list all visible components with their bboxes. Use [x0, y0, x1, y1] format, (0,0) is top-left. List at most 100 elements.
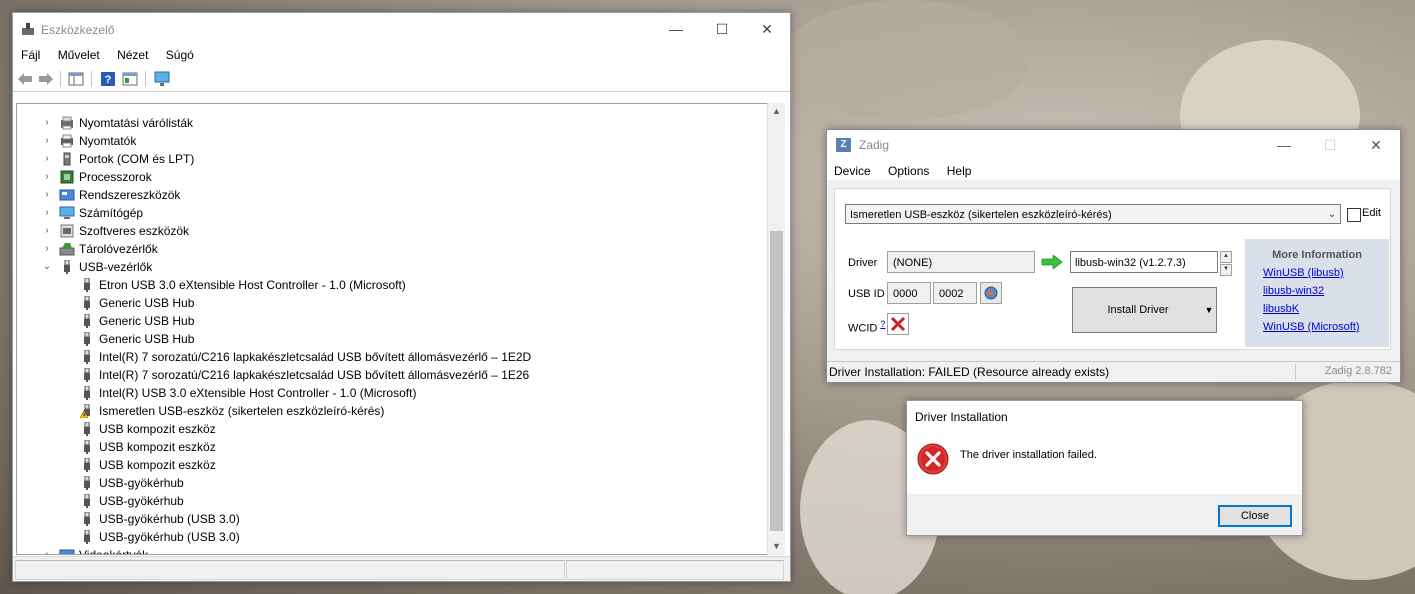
tree-device[interactable]: Ismeretlen USB-eszköz (sikertelen eszköz… — [17, 402, 767, 420]
tree-category[interactable]: › Számítógép — [17, 204, 767, 222]
menu-help[interactable]: Help — [940, 162, 979, 180]
driver-target-field[interactable]: libusb-win32 (v1.2.7.3) — [1070, 251, 1218, 273]
usb-icon — [84, 476, 90, 490]
arrow-right-icon — [1041, 255, 1063, 269]
tree-category[interactable]: › Rendszereszközök — [17, 186, 767, 204]
tree-category[interactable]: › Processzorok — [17, 168, 767, 186]
console-tree-icon — [68, 72, 84, 86]
install-driver-dropdown[interactable]: ▼ — [1202, 287, 1217, 333]
tree-category[interactable]: ⌄ USB-vezérlők — [17, 258, 767, 276]
usb-icon — [84, 368, 90, 382]
tree-category[interactable]: › Videokártyák — [17, 546, 767, 555]
tree-device[interactable]: Intel(R) 7 sorozatú/C216 lapkakészletcsa… — [17, 348, 767, 366]
tree-item-label: USB-gyökérhub — [99, 494, 184, 508]
expand-chevron-icon[interactable]: › — [41, 186, 53, 204]
tree-device[interactable]: USB-gyökérhub (USB 3.0) — [17, 510, 767, 528]
minimize-button[interactable]: — — [1261, 130, 1307, 160]
collapse-chevron-icon[interactable]: ⌄ — [41, 258, 53, 276]
tree-item-label: Számítógép — [79, 206, 144, 220]
tree-device[interactable]: USB kompozit eszköz — [17, 456, 767, 474]
usb-icon — [84, 494, 90, 508]
tree-item-label: USB-gyökérhub (USB 3.0) — [99, 530, 240, 544]
spin-up-icon[interactable]: ▲ — [1220, 251, 1232, 263]
tree-device[interactable]: USB-gyökérhub (USB 3.0) — [17, 528, 767, 546]
zadig-menubar: Device Options Help — [827, 160, 1400, 180]
tree-device[interactable]: Generic USB Hub — [17, 330, 767, 348]
expand-chevron-icon[interactable]: › — [41, 240, 53, 258]
properties-button[interactable] — [121, 71, 139, 87]
device-tree[interactable]: › Nyomtatási várólisták › Nyomtatók › Portok … — [16, 103, 772, 555]
menu-help[interactable]: Súgó — [159, 45, 201, 65]
expand-chevron-icon[interactable]: › — [41, 222, 53, 240]
tree-category[interactable]: › Nyomtatók — [17, 132, 767, 150]
svg-text:?: ? — [105, 74, 112, 86]
link-winusb-libusb[interactable]: WinUSB (libusb) — [1263, 267, 1344, 279]
help-button[interactable]: ? — [99, 71, 117, 87]
edit-checkbox[interactable] — [1347, 208, 1361, 222]
back-button[interactable] — [16, 71, 34, 87]
maximize-button: ☐ — [1323, 136, 1337, 153]
tree-category[interactable]: › Tárolóvezérlők — [17, 240, 767, 258]
device-tree-scrollbar[interactable]: ▲ ▼ — [767, 103, 785, 555]
menu-device[interactable]: Device — [827, 162, 878, 180]
device-manager-app-icon — [22, 23, 34, 35]
menu-view[interactable]: Nézet — [110, 45, 155, 65]
usb-icon — [84, 440, 90, 454]
device-manager-titlebar[interactable]: Eszközkezelő — ☐ ✕ — [13, 13, 790, 45]
expand-chevron-icon[interactable]: › — [41, 546, 53, 554]
status-text: Driver Installation: FAILED (Resource al… — [829, 365, 1110, 379]
zadig-statusbar: Driver Installation: FAILED (Resource al… — [827, 361, 1400, 382]
tree-category[interactable]: › Portok (COM és LPT) — [17, 150, 767, 168]
tree-item-label: Videokártyák — [79, 548, 149, 555]
arrow-left-icon — [18, 73, 32, 85]
usb-icon — [84, 512, 90, 526]
menu-file[interactable]: Fájl — [13, 45, 47, 65]
forward-button[interactable] — [37, 71, 55, 87]
link-libusbk[interactable]: libusbK — [1263, 303, 1299, 315]
wcid-help-link[interactable]: ? — [880, 319, 885, 329]
expand-chevron-icon[interactable]: › — [41, 132, 53, 150]
scan-hardware-button[interactable] — [154, 71, 172, 87]
usb-icon — [84, 530, 90, 544]
scroll-up-arrow-icon[interactable]: ▲ — [768, 103, 785, 120]
expand-chevron-icon[interactable]: › — [41, 150, 53, 168]
install-driver-button[interactable]: Install Driver — [1072, 287, 1204, 333]
menu-options[interactable]: Options — [881, 162, 936, 180]
menu-action[interactable]: Művelet — [51, 45, 107, 65]
tree-device[interactable]: USB kompozit eszköz — [17, 420, 767, 438]
tree-category[interactable]: › Szoftveres eszközök — [17, 222, 767, 240]
expand-chevron-icon[interactable]: › — [41, 204, 53, 222]
tree-device[interactable]: Intel(R) USB 3.0 eXtensible Host Control… — [17, 384, 767, 402]
usbid-label: USB ID — [848, 288, 885, 300]
close-window-button[interactable]: ✕ — [1353, 130, 1399, 160]
scrollbar-thumb[interactable] — [770, 231, 783, 531]
tree-device[interactable]: Etron USB 3.0 eXtensible Host Controller… — [17, 276, 767, 294]
maximize-button[interactable]: ☐ — [699, 13, 745, 45]
link-winusb-microsoft[interactable]: WinUSB (Microsoft) — [1263, 321, 1360, 333]
tree-device[interactable]: Generic USB Hub — [17, 294, 767, 312]
tree-category[interactable]: › Nyomtatási várólisták — [17, 114, 767, 132]
tree-device[interactable]: USB kompozit eszköz — [17, 438, 767, 456]
scroll-down-arrow-icon[interactable]: ▼ — [768, 538, 785, 555]
tree-device[interactable]: Intel(R) 7 sorozatú/C216 lapkakészletcsa… — [17, 366, 767, 384]
lookup-device-button[interactable] — [980, 282, 1002, 304]
tree-device[interactable]: USB-gyökérhub — [17, 474, 767, 492]
tree-device[interactable]: Generic USB Hub — [17, 312, 767, 330]
device-select[interactable]: Ismeretlen USB-eszköz (sikertelen eszköz… — [845, 204, 1341, 224]
tree-device[interactable]: USB-gyökérhub — [17, 492, 767, 510]
properties-icon — [122, 72, 138, 86]
spin-down-icon[interactable]: ▼ — [1220, 264, 1232, 276]
expand-chevron-icon[interactable]: › — [41, 168, 53, 186]
close-button[interactable]: Close — [1218, 505, 1292, 527]
minimize-button[interactable]: — — [653, 13, 699, 45]
show-hide-console-tree-button[interactable] — [67, 71, 85, 87]
usb-icon — [84, 350, 90, 364]
zadig-titlebar[interactable]: Z Zadig — ☐ ✕ — [827, 130, 1400, 160]
tree-item-label: Ismeretlen USB-eszköz (sikertelen eszköz… — [99, 404, 385, 418]
expand-chevron-icon[interactable]: › — [41, 114, 53, 132]
system-device-icon — [59, 189, 75, 201]
tree-item-label: Generic USB Hub — [99, 332, 195, 346]
driver-target-spinner[interactable]: ▲ ▼ — [1220, 251, 1232, 276]
close-window-button[interactable]: ✕ — [744, 13, 790, 45]
link-libusb-win32[interactable]: libusb-win32 — [1263, 285, 1324, 297]
